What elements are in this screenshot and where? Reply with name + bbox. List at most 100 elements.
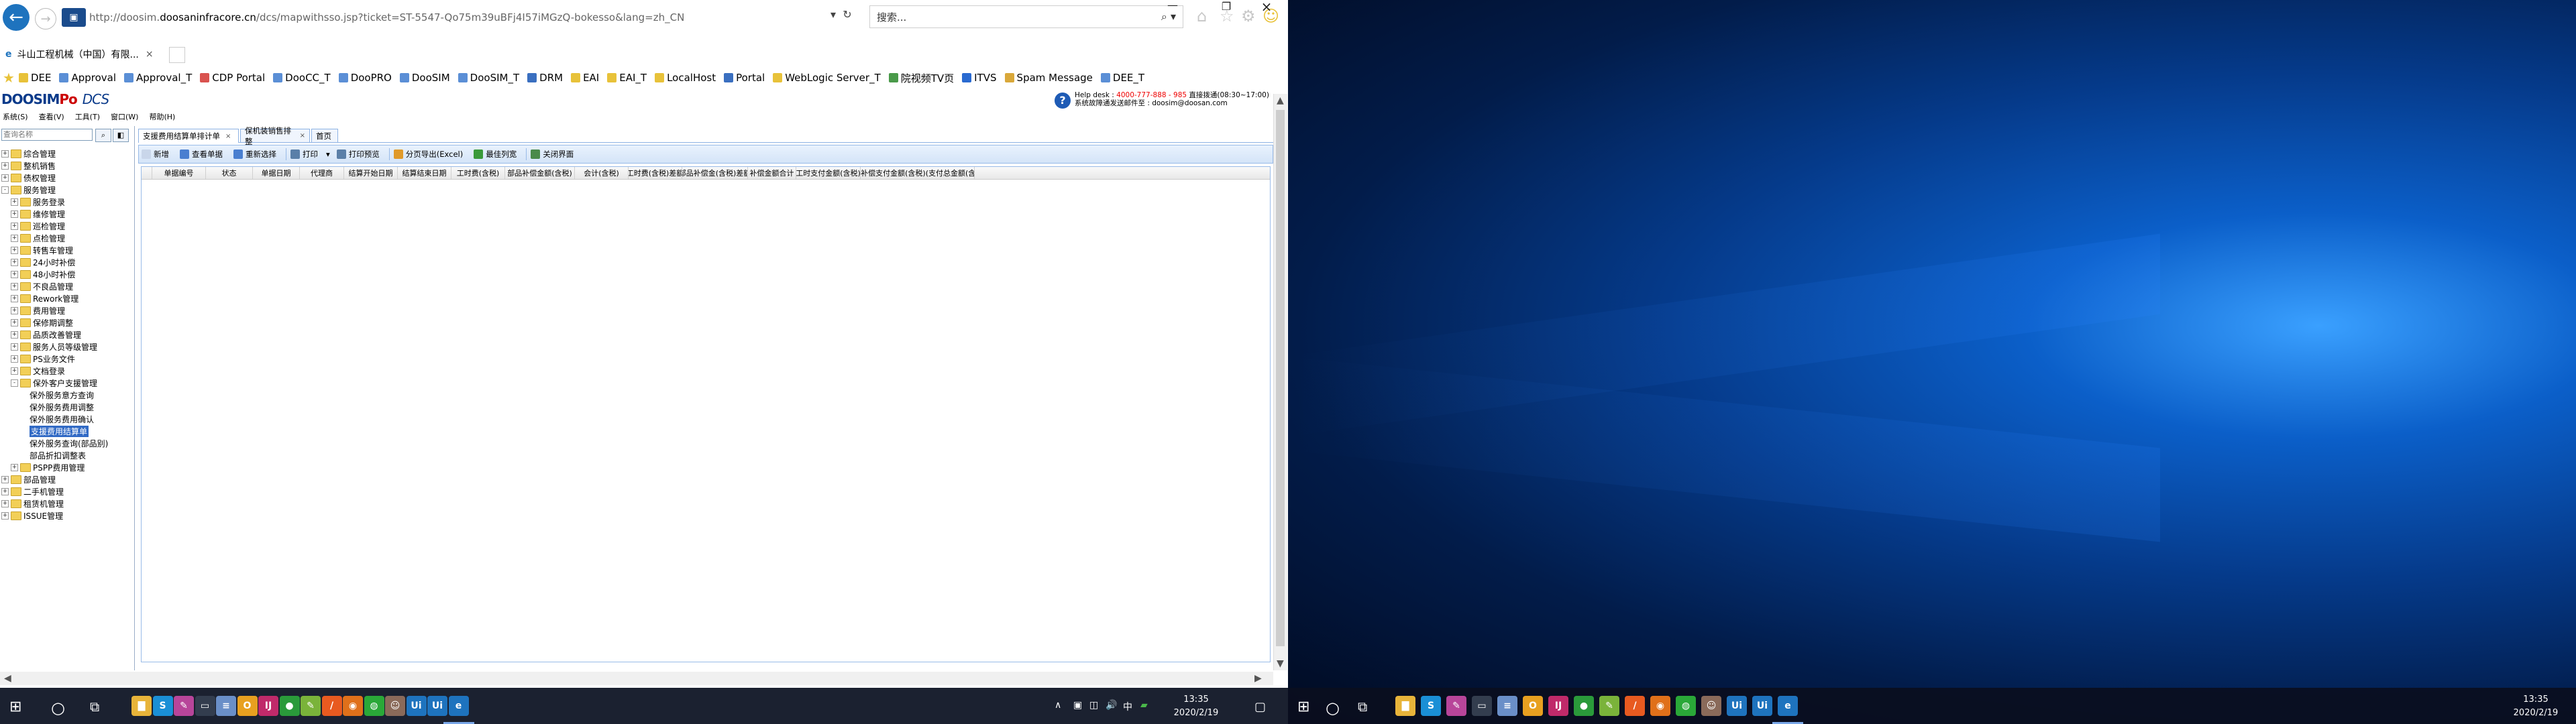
toolbar-button[interactable]: 重新选择: [233, 149, 276, 160]
tree-node[interactable]: + 转售车管理: [0, 244, 134, 256]
column-header[interactable]: 部品补偿金额(含税): [505, 167, 575, 179]
intellij-icon[interactable]: IJ: [258, 696, 278, 716]
expand-icon[interactable]: +: [1, 149, 9, 158]
chevron-up-icon[interactable]: ∧: [1055, 700, 1061, 711]
terminal-icon[interactable]: ▭: [195, 696, 215, 716]
expand-icon[interactable]: +: [11, 222, 18, 230]
firefox-icon[interactable]: ◉: [343, 696, 363, 716]
tree-node[interactable]: +48小时补偿: [0, 268, 134, 280]
menu-item[interactable]: 帮助(H): [149, 111, 175, 123]
expand-icon[interactable]: +: [11, 258, 18, 266]
column-header[interactable]: 结算开始日期: [344, 167, 398, 179]
speaker-icon[interactable]: 🔊: [1106, 700, 1117, 711]
toolbar-button[interactable]: 查看单据: [180, 149, 223, 160]
column-header[interactable]: 工时费(含税): [451, 167, 505, 179]
tree-node[interactable]: 支援费用结算单: [0, 425, 134, 437]
back-arrow-icon[interactable]: ←: [3, 4, 30, 31]
tree-node[interactable]: + 保修期调整: [0, 316, 134, 328]
sidebar-search-input[interactable]: [1, 129, 93, 141]
column-header[interactable]: 部品补偿支付金额(含税)(支付总金额(含税)): [861, 167, 975, 179]
toolbar-button[interactable]: 关闭界面: [531, 149, 574, 160]
sidebar-collapse-icon[interactable]: ◧: [113, 129, 129, 142]
expand-icon[interactable]: +: [11, 330, 18, 339]
notepadpp-icon[interactable]: ✎: [301, 696, 321, 716]
column-header[interactable]: 单据日期: [253, 167, 300, 179]
expand-icon[interactable]: +: [11, 367, 18, 375]
favorite-link[interactable]: Approval: [59, 72, 116, 84]
expand-icon[interactable]: +: [11, 463, 18, 471]
draw-icon[interactable]: /: [1625, 696, 1645, 716]
tree-node[interactable]: + 服务人员等级管理: [0, 341, 134, 353]
tree-node[interactable]: + 综合管理: [0, 147, 134, 160]
tree-node[interactable]: + 整机销售: [0, 160, 134, 172]
terminal-icon[interactable]: ▭: [1472, 696, 1492, 716]
favorite-link[interactable]: Approval_T: [124, 72, 192, 84]
uipath-icon[interactable]: Ui: [1727, 696, 1747, 716]
cortana-search-icon[interactable]: ○: [1326, 699, 1340, 717]
close-tab-icon[interactable]: ×: [300, 132, 305, 139]
toolbar-button[interactable]: 最佳列宽: [474, 149, 517, 160]
tree-node[interactable]: + Rework管理: [0, 292, 134, 304]
draw-icon[interactable]: /: [321, 696, 342, 716]
favorite-link[interactable]: CDP Portal: [200, 72, 265, 84]
expand-icon[interactable]: +: [11, 306, 18, 314]
toolbar-button[interactable]: 分页导出(Excel): [393, 149, 463, 160]
expand-icon[interactable]: +: [11, 234, 18, 242]
uipath-studio-icon[interactable]: Ui: [427, 696, 447, 716]
battery-icon[interactable]: ▰: [1140, 700, 1148, 711]
toolbar-button[interactable]: 新增: [142, 149, 169, 160]
ie-icon[interactable]: e: [1772, 696, 1803, 724]
tree-node[interactable]: + 不良品管理: [0, 280, 134, 292]
tree-node[interactable]: + 巡检管理: [0, 220, 134, 232]
task-view-icon[interactable]: ⧉: [1358, 699, 1367, 715]
column-header[interactable]: 部品补偿金(含税)差额: [682, 167, 748, 179]
menu-item[interactable]: 查看(V): [39, 111, 64, 123]
paint-icon[interactable]: ✎: [174, 696, 194, 716]
column-header[interactable]: 状态: [206, 167, 253, 179]
outlook-icon[interactable]: O: [237, 696, 258, 716]
menu-item[interactable]: 工具(T): [75, 111, 100, 123]
menu-item[interactable]: 窗口(W): [111, 111, 138, 123]
tree-node[interactable]: + 二手机管理: [0, 485, 134, 497]
close-tab-icon[interactable]: ×: [146, 49, 154, 60]
uipath-icon[interactable]: Ui: [406, 696, 427, 716]
favorite-link[interactable]: DooSIM: [399, 72, 450, 84]
firefox-icon[interactable]: ◉: [1650, 696, 1670, 716]
windows-start-icon[interactable]: ⊞: [1297, 699, 1309, 715]
search-input[interactable]: 搜索... ⌕ ▾: [869, 5, 1183, 28]
windows-start-icon[interactable]: ⊞: [9, 699, 21, 715]
favorite-link[interactable]: Spam Message: [1004, 72, 1093, 84]
favorite-link[interactable]: DooSIM_T: [458, 72, 519, 84]
tree-node[interactable]: + 维修管理: [0, 208, 134, 220]
browser-tab[interactable]: e 斗山工程机械（中国）有限... ×: [1, 46, 158, 63]
expand-icon[interactable]: +: [1, 475, 9, 483]
forward-arrow-icon[interactable]: →: [35, 8, 56, 29]
expand-icon[interactable]: +: [11, 318, 18, 326]
ime-icon[interactable]: 中: [1123, 700, 1132, 713]
paint-icon[interactable]: ✎: [1446, 696, 1466, 716]
tree-node[interactable]: - 服务管理: [0, 184, 134, 196]
tree-node[interactable]: + 租赁机管理: [0, 497, 134, 509]
app-tab[interactable]: 保机装销售排整 ×: [240, 126, 310, 146]
favorite-link[interactable]: DooCC_T: [273, 72, 331, 84]
column-header[interactable]: 工时费(含税)差额: [629, 167, 682, 179]
expand-icon[interactable]: +: [1, 162, 9, 170]
outlook-icon[interactable]: O: [1523, 696, 1543, 716]
tree-node[interactable]: + 费用管理: [0, 304, 134, 316]
skype-icon[interactable]: S: [1421, 696, 1441, 716]
tree-node[interactable]: + PSPP费用管理: [0, 461, 134, 473]
clock[interactable]: 13:35 2020/2/19: [2509, 693, 2563, 720]
favorite-link[interactable]: LocalHost: [655, 72, 716, 84]
expand-icon[interactable]: +: [11, 270, 18, 278]
expand-icon[interactable]: +: [1, 487, 9, 495]
favorite-link[interactable]: ITVS: [962, 72, 997, 84]
column-header[interactable]: 结算结束日期: [398, 167, 451, 179]
notepad-icon[interactable]: ≡: [1497, 696, 1517, 716]
print-dropdown-icon[interactable]: ▾: [326, 149, 330, 159]
tree-node[interactable]: + 服务登录: [0, 196, 134, 208]
tree-node[interactable]: + 点检管理: [0, 232, 134, 244]
scroll-down-icon[interactable]: ▼: [1277, 658, 1284, 669]
tree-node[interactable]: + 文档登录: [0, 365, 134, 377]
tree-node[interactable]: 保外服务费用确认: [0, 413, 134, 425]
expand-icon[interactable]: +: [1, 511, 9, 520]
